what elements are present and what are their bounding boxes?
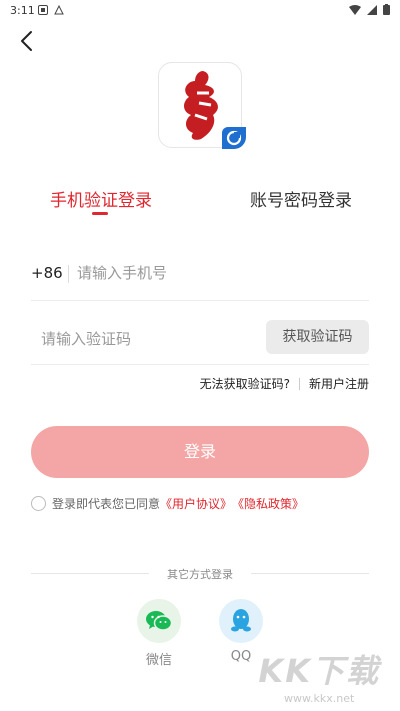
code-row: 获取验证码: [31, 314, 369, 365]
tab-phone-login[interactable]: 手机验证登录: [50, 186, 152, 211]
other-login-divider: 其它方式登录: [31, 566, 369, 582]
signal-icon: [367, 4, 377, 15]
verification-code-input[interactable]: [41, 326, 261, 352]
wifi-icon: [349, 4, 361, 15]
tab-password-login[interactable]: 账号密码登录: [250, 186, 352, 211]
tab-active-indicator: [92, 212, 108, 215]
watermark-url: www.kkx.net: [284, 692, 355, 705]
logo-badge-icon: [222, 127, 246, 149]
agree-checkbox[interactable]: [31, 496, 46, 511]
agreement-row: 登录即代表您已同意 《用户协议》 《隐私政策》: [31, 495, 304, 512]
login-button[interactable]: 登录: [31, 426, 369, 478]
links-divider: [298, 377, 300, 390]
agreement-text: 登录即代表您已同意: [52, 497, 161, 511]
qq-icon[interactable]: [219, 599, 263, 643]
wechat-label: 微信: [145, 653, 172, 668]
battery-icon: [383, 4, 390, 15]
status-time: 3:11: [10, 4, 35, 17]
back-arrow-icon[interactable]: [12, 26, 42, 56]
watermark: KK下载 www.kkx.net: [258, 646, 380, 705]
user-agreement-link[interactable]: 《用户协议》: [160, 495, 232, 512]
cant-get-code-link[interactable]: 无法获取验证码?: [200, 375, 290, 392]
wechat-icon[interactable]: [137, 599, 181, 643]
phone-row: +86: [31, 246, 369, 301]
register-link[interactable]: 新用户注册: [309, 375, 369, 392]
qq-login-button[interactable]: QQ: [219, 599, 263, 664]
notification-icon-2: [54, 5, 64, 15]
get-code-button[interactable]: 获取验证码: [266, 320, 369, 354]
notification-icon: [38, 5, 48, 15]
help-links: 无法获取验证码? 新用户注册: [200, 375, 369, 392]
divider-right: [251, 573, 369, 574]
country-code[interactable]: +86: [31, 264, 63, 282]
status-bar: 3:11: [0, 0, 400, 22]
phone-input[interactable]: [77, 260, 347, 286]
other-login-label: 其它方式登录: [167, 568, 233, 581]
status-icons: [349, 4, 390, 15]
prefix-divider: [68, 265, 69, 283]
watermark-brand: KK下载: [258, 652, 380, 690]
wechat-login-button[interactable]: 微信: [137, 599, 181, 668]
qq-label: QQ: [230, 649, 252, 664]
privacy-policy-link[interactable]: 《隐私政策》: [232, 495, 304, 512]
